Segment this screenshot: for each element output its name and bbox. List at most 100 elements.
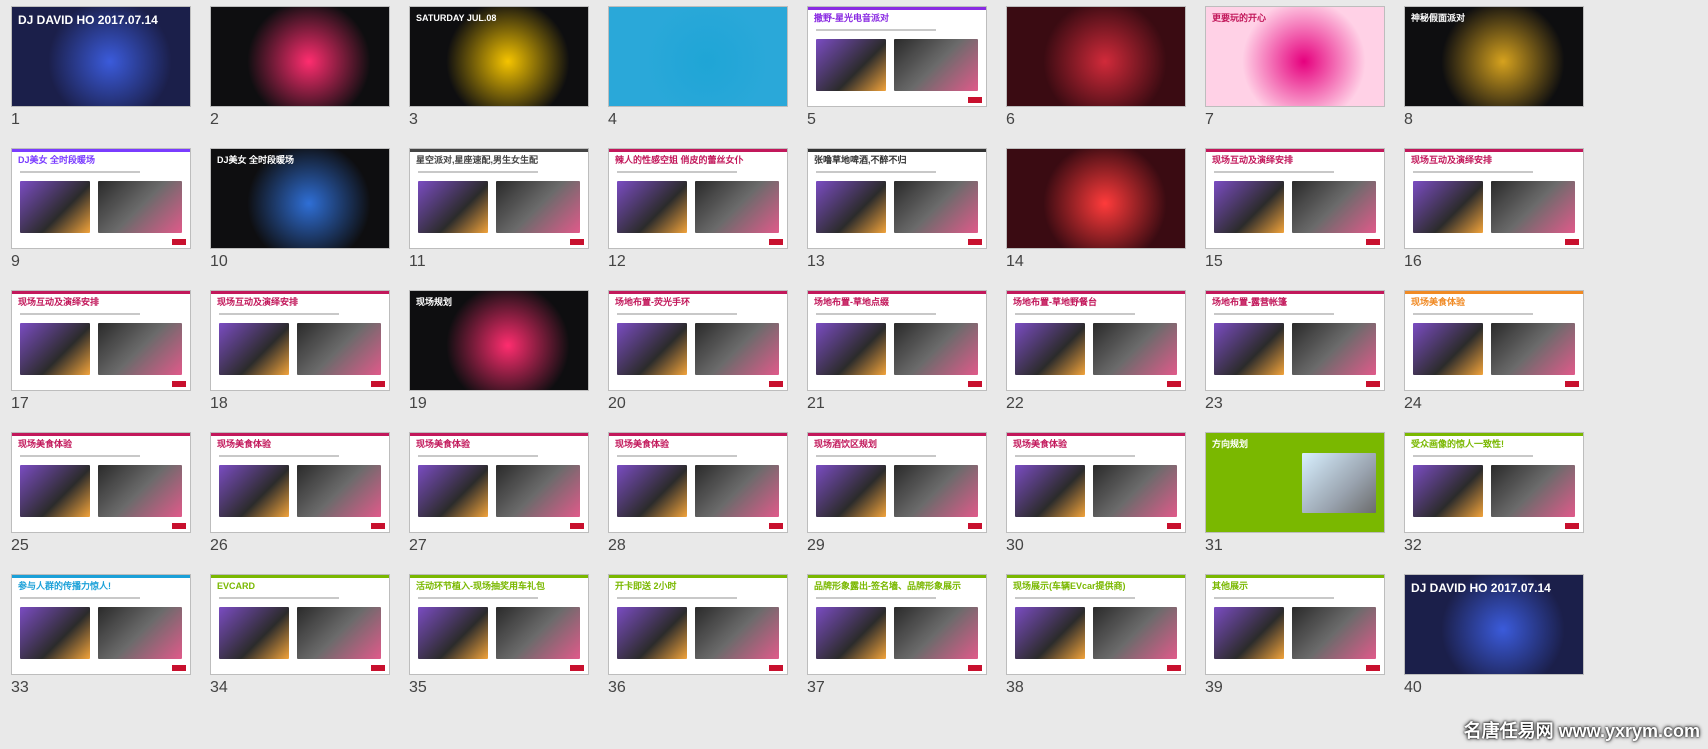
slide-preview[interactable]: 现场美食体验	[1006, 432, 1186, 533]
slide-thumbnail[interactable]: 现场美食体验 25	[5, 426, 191, 566]
slide-logo	[1167, 381, 1181, 387]
slide-thumbnail[interactable]: 现场规划 19	[403, 284, 589, 424]
slide-preview[interactable]	[1006, 148, 1186, 249]
slide-thumbnail[interactable]: 场地布置-草地点缀 21	[801, 284, 987, 424]
slide-thumbnail[interactable]: 现场酒饮区规划 29	[801, 426, 987, 566]
slide-header-bar	[1405, 149, 1583, 152]
slide-text-line	[816, 171, 936, 173]
slide-preview[interactable]: 其他展示	[1205, 574, 1385, 675]
slide-thumbnail[interactable]: 辣人的性感空姐 俏皮的蕾丝女仆 12	[602, 142, 788, 282]
slide-preview[interactable]: 张噜草地啤酒,不醉不归	[807, 148, 987, 249]
slide-preview[interactable]: 撒野-星光电音派对	[807, 6, 987, 107]
slide-preview[interactable]: SATURDAY JUL.08	[409, 6, 589, 107]
slide-thumbnail[interactable]: 更要玩的开心 7	[1199, 0, 1385, 140]
slide-thumbnail[interactable]: 现场互动及演绎安排 16	[1398, 142, 1584, 282]
slide-thumbnail[interactable]: 现场美食体验 28	[602, 426, 788, 566]
slide-preview[interactable]: 现场展示(车辆EVcar提供商)	[1006, 574, 1186, 675]
slide-preview[interactable]	[210, 6, 390, 107]
slide-thumbnail[interactable]: 开卡即送 2小时 36	[602, 568, 788, 708]
slide-logo	[769, 665, 783, 671]
slide-thumbnail[interactable]: DJ DAVID HO 2017.07.14 40	[1398, 568, 1584, 708]
slide-number: 34	[210, 679, 228, 696]
slide-preview[interactable]: 开卡即送 2小时	[608, 574, 788, 675]
slide-thumbnail[interactable]: EVCARD 34	[204, 568, 390, 708]
slide-preview[interactable]: 现场互动及演绎安排	[210, 290, 390, 391]
slide-thumbnail[interactable]: 撒野-星光电音派对 5	[801, 0, 987, 140]
slide-preview[interactable]: 现场规划	[409, 290, 589, 391]
slide-preview[interactable]: 现场美食体验	[608, 432, 788, 533]
slide-preview[interactable]: 现场美食体验	[210, 432, 390, 533]
slide-preview[interactable]: 现场互动及演绎安排	[1205, 148, 1385, 249]
slide-logo	[968, 381, 982, 387]
slide-caption: 活动环节植入-现场抽奖用车礼包	[416, 581, 545, 591]
slide-thumbnail[interactable]: 神秘假面派对 8	[1398, 0, 1584, 140]
slide-preview[interactable]: 更要玩的开心	[1205, 6, 1385, 107]
slide-preview[interactable]: 辣人的性感空姐 俏皮的蕾丝女仆	[608, 148, 788, 249]
slide-image	[496, 465, 580, 517]
slide-thumbnail[interactable]: 星空派对,星座速配,男生女生配 11	[403, 142, 589, 282]
slide-preview[interactable]: 场地布置-荧光手环	[608, 290, 788, 391]
slide-preview[interactable]: 品牌形象露出-签名墙、品牌形象展示	[807, 574, 987, 675]
slide-thumbnail[interactable]: DJ DAVID HO 2017.07.14 1	[5, 0, 191, 140]
slide-header-bar	[12, 149, 190, 152]
slide-preview[interactable]: 活动环节植入-现场抽奖用车礼包	[409, 574, 589, 675]
slide-thumbnail[interactable]: 参与人群的传播力惊人! 33	[5, 568, 191, 708]
slide-preview[interactable]: 场地布置-草地野餐台	[1006, 290, 1186, 391]
slide-thumbnail[interactable]: 现场美食体验 27	[403, 426, 589, 566]
slide-preview[interactable]: 场地布置-露营帐篷	[1205, 290, 1385, 391]
slide-thumbnail[interactable]: DJ美女 全时段暖场 9	[5, 142, 191, 282]
slide-preview[interactable]	[1006, 6, 1186, 107]
slide-thumbnail[interactable]: 场地布置-荧光手环 20	[602, 284, 788, 424]
slide-image	[894, 181, 978, 233]
slide-preview[interactable]: DJ DAVID HO 2017.07.14	[11, 6, 191, 107]
slide-preview[interactable]: 受众画像的惊人一致性!	[1404, 432, 1584, 533]
slide-thumbnail[interactable]: 现场互动及演绎安排 17	[5, 284, 191, 424]
slide-thumbnail[interactable]: 4	[602, 0, 788, 140]
slide-preview[interactable]: 现场酒饮区规划	[807, 432, 987, 533]
slide-logo	[172, 523, 186, 529]
slide-thumbnail[interactable]: 张噜草地啤酒,不醉不归 13	[801, 142, 987, 282]
slide-preview[interactable]: DJ DAVID HO 2017.07.14	[1404, 574, 1584, 675]
slide-thumbnail[interactable]: 现场互动及演绎安排 18	[204, 284, 390, 424]
slide-thumbnail[interactable]: 场地布置-露营帐篷 23	[1199, 284, 1385, 424]
slide-preview[interactable]: 参与人群的传播力惊人!	[11, 574, 191, 675]
slide-preview[interactable]: 星空派对,星座速配,男生女生配	[409, 148, 589, 249]
slide-thumbnail[interactable]: 场地布置-草地野餐台 22	[1000, 284, 1186, 424]
slide-thumbnail[interactable]: 其他展示 39	[1199, 568, 1385, 708]
slide-thumbnail[interactable]: SATURDAY JUL.08 3	[403, 0, 589, 140]
slide-preview[interactable]: 方向规划	[1205, 432, 1385, 533]
slide-preview[interactable]	[608, 6, 788, 107]
slide-image	[617, 607, 687, 659]
slide-preview[interactable]: 场地布置-草地点缀	[807, 290, 987, 391]
slide-number: 8	[1404, 111, 1413, 128]
slide-thumbnail[interactable]: 现场美食体验 30	[1000, 426, 1186, 566]
slide-thumbnail[interactable]: 方向规划 31	[1199, 426, 1385, 566]
slide-preview[interactable]: DJ美女 全时段暖场	[210, 148, 390, 249]
slide-text-line	[20, 597, 140, 599]
slide-thumbnail[interactable]: 2	[204, 0, 390, 140]
slide-thumbnail[interactable]: 品牌形象露出-签名墙、品牌形象展示 37	[801, 568, 987, 708]
slide-thumbnail[interactable]: 现场美食体验 24	[1398, 284, 1584, 424]
slide-preview[interactable]: 现场互动及演绎安排	[1404, 148, 1584, 249]
slide-header-bar	[808, 433, 986, 436]
slide-thumbnail[interactable]: 现场展示(车辆EVcar提供商) 38	[1000, 568, 1186, 708]
slide-thumbnail[interactable]: DJ美女 全时段暖场 10	[204, 142, 390, 282]
slide-preview[interactable]: 神秘假面派对	[1404, 6, 1584, 107]
slide-preview[interactable]: 现场美食体验	[11, 432, 191, 533]
slide-number: 7	[1205, 111, 1214, 128]
slide-image	[816, 39, 886, 91]
slide-thumbnail[interactable]: 现场美食体验 26	[204, 426, 390, 566]
slide-thumbnail[interactable]: 现场互动及演绎安排 15	[1199, 142, 1385, 282]
slide-text-line	[617, 313, 737, 315]
slide-preview[interactable]: 现场互动及演绎安排	[11, 290, 191, 391]
slide-thumbnail[interactable]: 活动环节植入-现场抽奖用车礼包 35	[403, 568, 589, 708]
slide-header-bar	[808, 291, 986, 294]
slide-caption: 星空派对,星座速配,男生女生配	[416, 155, 539, 165]
slide-preview[interactable]: 现场美食体验	[1404, 290, 1584, 391]
slide-thumbnail[interactable]: 受众画像的惊人一致性! 32	[1398, 426, 1584, 566]
slide-preview[interactable]: DJ美女 全时段暖场	[11, 148, 191, 249]
slide-preview[interactable]: EVCARD	[210, 574, 390, 675]
slide-thumbnail[interactable]: 6	[1000, 0, 1186, 140]
slide-thumbnail[interactable]: 14	[1000, 142, 1186, 282]
slide-preview[interactable]: 现场美食体验	[409, 432, 589, 533]
